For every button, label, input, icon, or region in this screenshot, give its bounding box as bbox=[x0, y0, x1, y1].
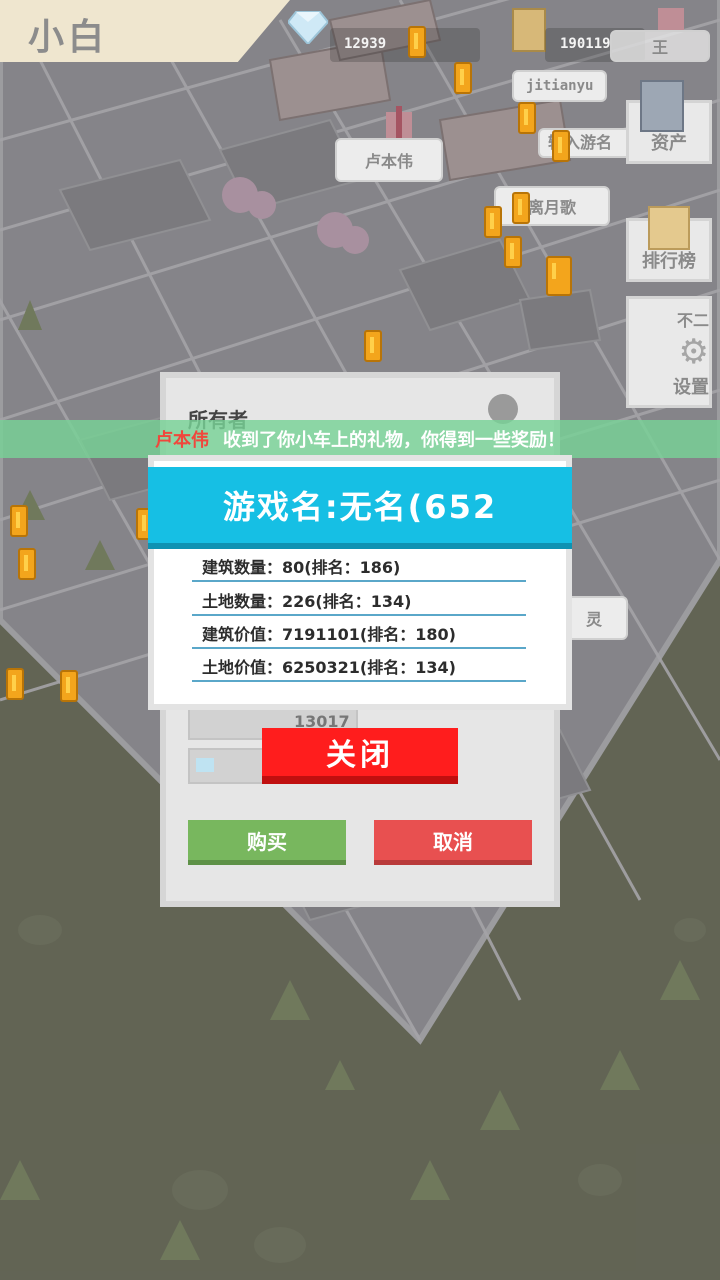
buy-button[interactable]: 购买 bbox=[188, 820, 346, 865]
diamond-price-field bbox=[188, 748, 268, 784]
coin-pickup[interactable] bbox=[60, 670, 78, 702]
diamond-count: 12939 bbox=[344, 36, 387, 52]
coin-pickup[interactable] bbox=[512, 192, 530, 224]
leaderboard-label: 排行榜 bbox=[642, 251, 696, 272]
notice-sender: 卢本伟 bbox=[155, 430, 209, 451]
settings-button[interactable]: 不二 ⚙ 设置 bbox=[626, 296, 712, 408]
assets-label: 资产 bbox=[651, 133, 687, 154]
player-info-title: 游戏名:无名(652 bbox=[148, 467, 572, 549]
player-tag-bubble: jitianyu bbox=[512, 70, 608, 102]
coin-pickup[interactable] bbox=[504, 236, 522, 268]
coin-pickup[interactable] bbox=[484, 206, 502, 238]
gift-notice-banner: 卢本伟 收到了你小车上的礼物，你得到一些奖励！ bbox=[0, 420, 720, 458]
map-player-bubble[interactable]: 卢本伟 bbox=[335, 138, 444, 182]
player-name: 小白 bbox=[28, 17, 109, 58]
notice-message: 收到了你小车上的礼物，你得到一些奖励！ bbox=[223, 430, 565, 451]
diamond-icon bbox=[286, 10, 330, 46]
coin-pickup[interactable] bbox=[518, 102, 536, 134]
coin-pickup[interactable] bbox=[10, 505, 28, 537]
settings-top-text: 不二 bbox=[676, 311, 709, 330]
coin-pickup[interactable] bbox=[364, 330, 382, 362]
stat-building-value: 建筑价值：7191101(排名：180) bbox=[192, 619, 526, 649]
coin-icon bbox=[408, 26, 426, 58]
gear-icon: ⚙ bbox=[678, 332, 709, 372]
building-icon bbox=[640, 80, 684, 132]
coin-pickup[interactable] bbox=[18, 548, 36, 580]
rank-badge: 王 bbox=[610, 30, 711, 62]
coin-pickup[interactable] bbox=[454, 62, 472, 94]
stat-building-count: 建筑数量：80(排名：186) bbox=[192, 552, 526, 582]
coin-pickup[interactable] bbox=[546, 256, 572, 296]
settings-label: 设置 bbox=[673, 377, 709, 398]
coin-pickup[interactable] bbox=[552, 130, 570, 162]
close-button[interactable]: 关闭 bbox=[262, 728, 458, 784]
stat-land-value: 土地价值：6250321(排名：134) bbox=[192, 652, 526, 682]
gold-pedestal-icon bbox=[512, 8, 546, 52]
diamond-small-icon bbox=[196, 758, 214, 772]
cancel-button[interactable]: 取消 bbox=[374, 820, 532, 865]
coin-pickup[interactable] bbox=[6, 668, 24, 700]
trophy-icon bbox=[648, 206, 690, 250]
coin-count: 190119 bbox=[560, 36, 611, 52]
stat-land-count: 土地数量：226(排名：134) bbox=[192, 586, 526, 616]
